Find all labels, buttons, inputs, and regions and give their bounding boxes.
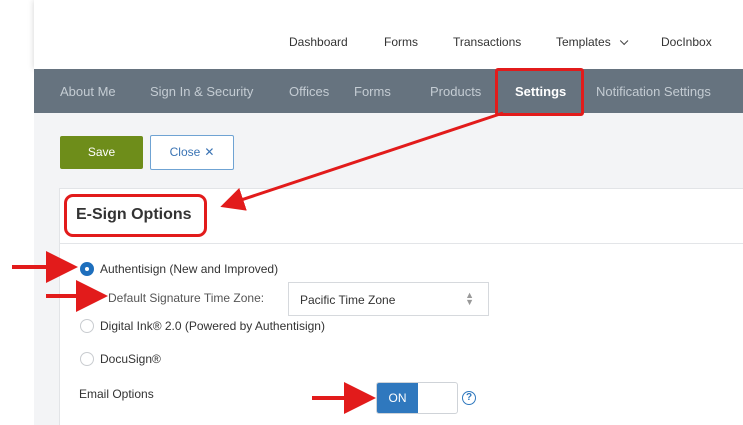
timezone-select[interactable]: Pacific Time Zone ▲ ▼ [288,282,489,316]
save-button[interactable]: Save [60,136,143,169]
close-icon: ✕ [204,145,215,159]
topnav-forms[interactable]: Forms [384,35,418,49]
radio-digital-ink[interactable] [80,319,94,333]
chevron-down-icon [619,36,629,46]
esign-title-highlight-box [64,194,207,237]
email-options-label: Email Options [79,387,154,401]
topnav-templates[interactable]: Templates [556,35,629,49]
tab-forms[interactable]: Forms [354,84,391,99]
option-label-digital-ink: Digital Ink® 2.0 (Powered by Authentisig… [100,319,325,333]
topnav-transactions[interactable]: Transactions [453,35,521,49]
settings-tab-bar: About Me Sign In & Security Offices Form… [34,69,743,113]
top-navigation: Dashboard Forms Transactions Templates D… [34,0,743,69]
tab-sign-in-security[interactable]: Sign In & Security [150,84,253,99]
close-button[interactable]: Close ✕ [150,135,234,170]
toggle-on-state: ON [377,383,418,413]
card-divider [60,243,743,244]
option-label-docusign: DocuSign® [100,352,161,366]
tab-about-me[interactable]: About Me [60,84,116,99]
topnav-docinbox[interactable]: DocInbox [661,35,712,49]
help-icon[interactable]: ? [462,391,476,405]
option-label-authentisign: Authentisign (New and Improved) [100,262,279,276]
radio-authentisign[interactable] [80,262,94,276]
close-button-label: Close [169,145,201,159]
timezone-label: Default Signature Time Zone: [108,291,265,305]
tab-products[interactable]: Products [430,84,481,99]
timezone-value: Pacific Time Zone [300,293,396,307]
tab-notification-settings[interactable]: Notification Settings [596,84,711,99]
topnav-templates-label: Templates [556,35,611,49]
settings-highlight-box [495,68,584,116]
radio-docusign[interactable] [80,352,94,366]
sort-arrows-icon: ▲ ▼ [465,290,474,307]
topnav-dashboard[interactable]: Dashboard [289,35,348,49]
tab-offices[interactable]: Offices [289,84,329,99]
email-options-toggle[interactable]: ON [376,382,458,414]
